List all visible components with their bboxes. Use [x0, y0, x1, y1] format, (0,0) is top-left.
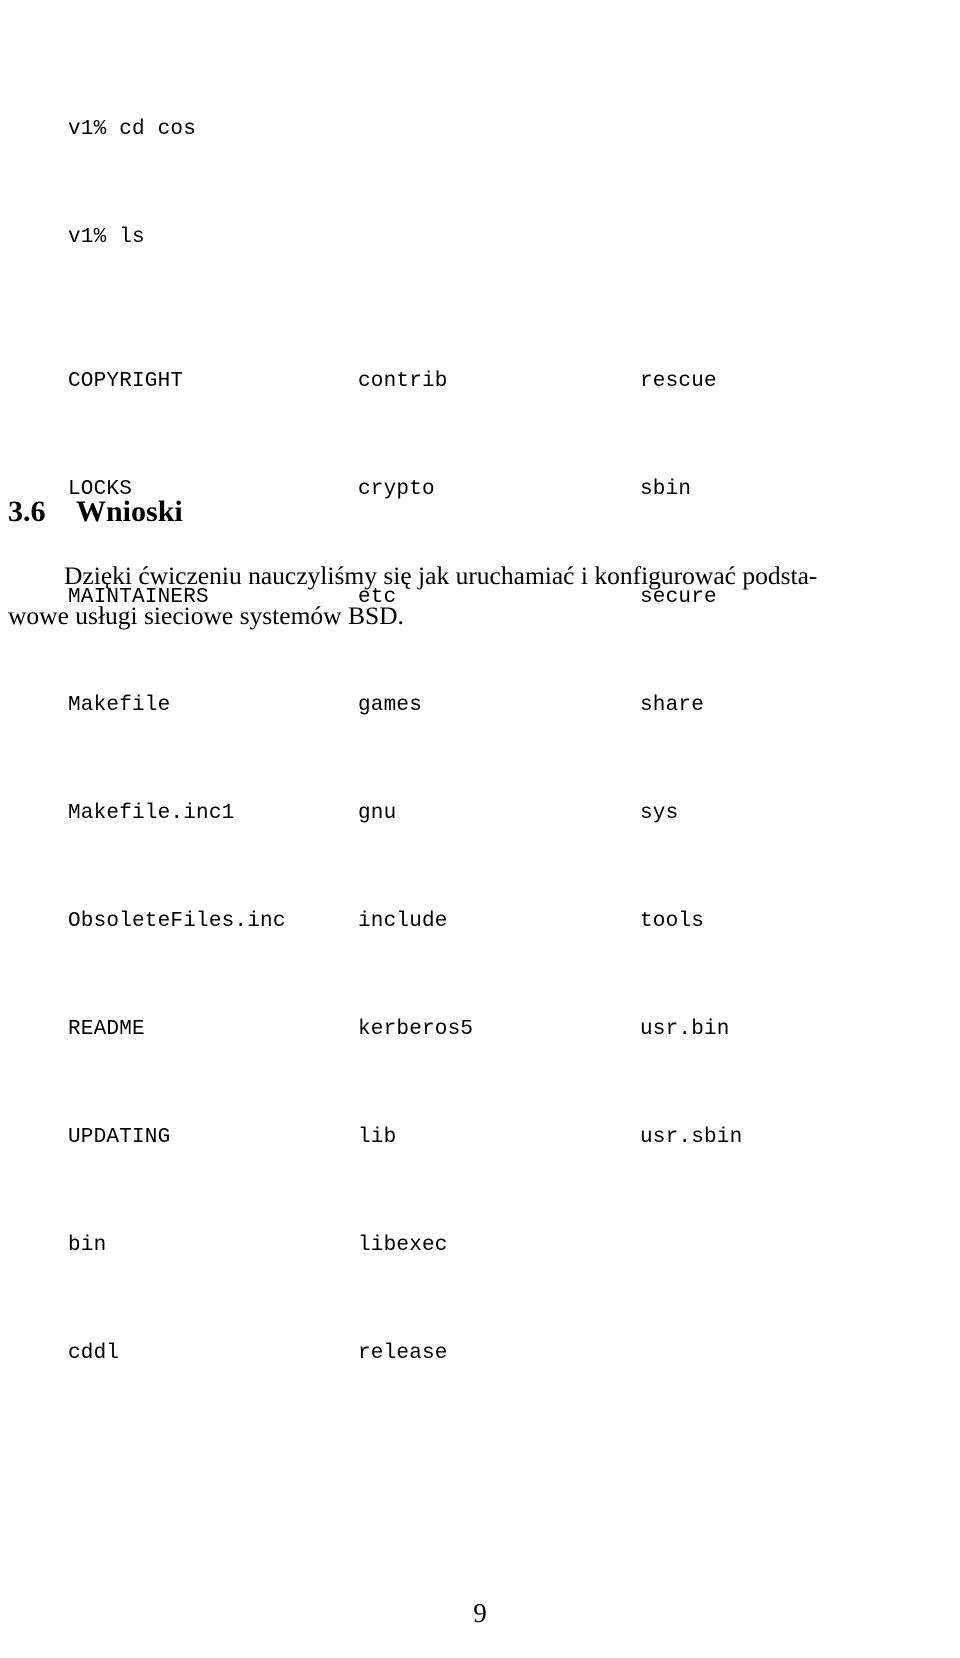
listing-cell: usr.bin [640, 1018, 730, 1041]
listing-cell: share [640, 694, 705, 717]
listing-cell: Makefile.inc1 [68, 802, 235, 825]
listing-row: Makefile.inc1 gnu sys [68, 796, 678, 832]
listing-cell: libexec [358, 1234, 448, 1257]
listing-cell: COPYRIGHT [68, 370, 184, 393]
listing-row: bin libexec [68, 1228, 447, 1264]
section-title: Wnioski [76, 494, 183, 528]
listing-cell: rescue [640, 370, 717, 393]
paragraph-line: wowe usługi sieciowe systemów BSD. [8, 596, 934, 636]
listing-row: cddl release [68, 1336, 447, 1372]
page-number: 9 [473, 1598, 487, 1628]
section-heading: 3.6 Wnioski [8, 493, 183, 531]
listing-cell: tools [640, 910, 705, 933]
listing-row: UPDATING lib usr.sbin [68, 1120, 742, 1156]
listing-cell: usr.sbin [640, 1126, 743, 1149]
listing-cell: UPDATING [68, 1126, 171, 1149]
listing-cell: Makefile [68, 694, 171, 717]
body-paragraph: Dzięki ćwiczeniu nauczyliśmy się jak uru… [8, 556, 934, 636]
listing-cell: bin [68, 1234, 107, 1257]
listing-cell: ObsoleteFiles.inc [68, 910, 286, 933]
section-number: 3.6 [8, 494, 46, 528]
terminal-command-line: v1% ls [68, 226, 145, 249]
paragraph-line: Dzięki ćwiczeniu nauczyliśmy się jak uru… [8, 556, 934, 596]
listing-row: ObsoleteFiles.inc include tools [68, 904, 704, 940]
listing-row: README kerberos5 usr.bin [68, 1012, 729, 1048]
listing-cell: games [358, 694, 423, 717]
listing-cell: sbin [640, 478, 692, 501]
listing-cell: include [358, 910, 448, 933]
listing-row: Makefile games share [68, 688, 704, 724]
listing-cell: gnu [358, 802, 397, 825]
terminal-command-line: v1% cd cos [68, 118, 197, 141]
paragraph-line-text: Dzięki ćwiczeniu nauczyliśmy się jak uru… [64, 560, 818, 590]
listing-cell: contrib [358, 370, 448, 393]
listing-cell: sys [640, 802, 679, 825]
listing-cell: release [358, 1342, 448, 1365]
paragraph-line-text: wowe usługi sieciowe systemów BSD. [8, 600, 404, 630]
document-page: v1% cd cos v1% ls COPYRIGHT contrib resc… [0, 0, 960, 1658]
listing-row: COPYRIGHT contrib rescue [68, 364, 717, 400]
terminal-transcript: v1% cd cos v1% ls COPYRIGHT contrib resc… [68, 4, 742, 1480]
listing-cell: crypto [358, 478, 435, 501]
listing-cell: README [68, 1018, 145, 1041]
listing-cell: lib [358, 1126, 397, 1149]
listing-cell: kerberos5 [358, 1018, 474, 1041]
listing-cell: cddl [68, 1342, 120, 1365]
